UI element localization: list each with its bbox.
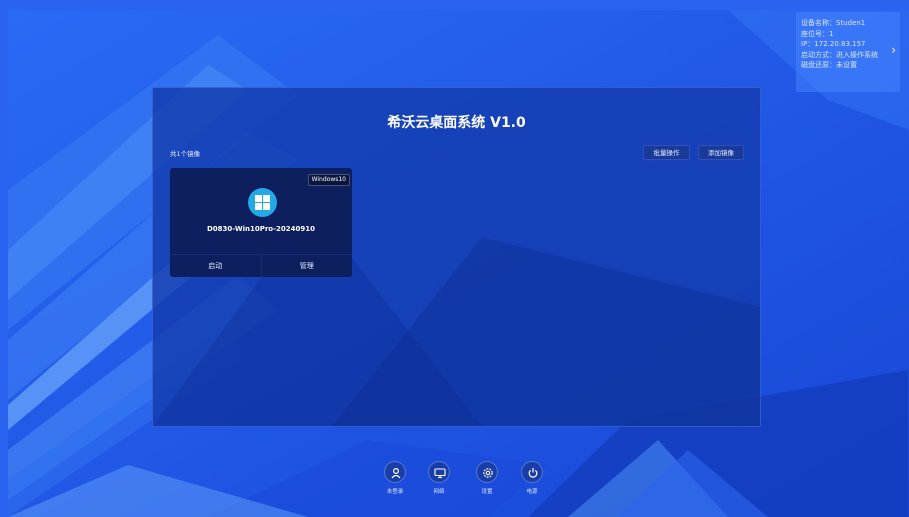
dock-login-label: 未登录 (386, 489, 404, 495)
settings-icon[interactable] (476, 461, 498, 483)
device-name: 设备名称：Studen1 (801, 19, 866, 27)
power-icon[interactable] (521, 461, 543, 483)
dock-settings-label: 设置 (481, 489, 493, 495)
os-tag: Windows10 (307, 174, 350, 186)
dock-power[interactable]: 电源 (517, 461, 547, 495)
start-button[interactable]: 启动 (170, 255, 261, 277)
chevron-right-icon[interactable]: › (891, 44, 896, 56)
image-card[interactable]: Windows10 D0830-Win10Pro-20240910 启动 管理 (170, 168, 352, 277)
network-icon[interactable] (428, 461, 450, 483)
image-card-actions: 启动 管理 (170, 254, 352, 277)
page-title: 希沃云桌面系统 V1.0 (387, 115, 526, 131)
image-manager-panel: 希沃云桌面系统 V1.0 共1个镜像 批量操作 添加镜像 Windows10 D… (152, 87, 761, 427)
seat-number: 座位号：1 (801, 29, 834, 38)
dock-network-label: 网络 (433, 489, 445, 495)
image-name: D0830-Win10Pro-20240910 (207, 225, 315, 233)
dock-network[interactable]: 网络 (424, 461, 454, 495)
add-image-button[interactable]: 添加镜像 (698, 145, 744, 160)
image-count: 共1个镜像 (170, 150, 201, 158)
windows-logo-icon (248, 188, 277, 217)
disk-restore: 磁盘还原：未设置 (801, 61, 857, 69)
device-info-panel[interactable]: 设备名称：Studen1 座位号：1 IP：172.20.83.157 启动方式… (796, 12, 900, 92)
user-icon[interactable] (384, 461, 406, 483)
dock-settings[interactable]: 设置 (472, 461, 502, 495)
dock-power-label: 电源 (526, 489, 538, 495)
dock-login[interactable]: 未登录 (380, 461, 410, 495)
manage-button[interactable]: 管理 (260, 255, 353, 277)
boot-mode: 启动方式：进入操作系统 (801, 50, 878, 59)
batch-operation-button[interactable]: 批量操作 (643, 145, 690, 160)
ip-address: IP：172.20.83.157 (801, 40, 866, 48)
